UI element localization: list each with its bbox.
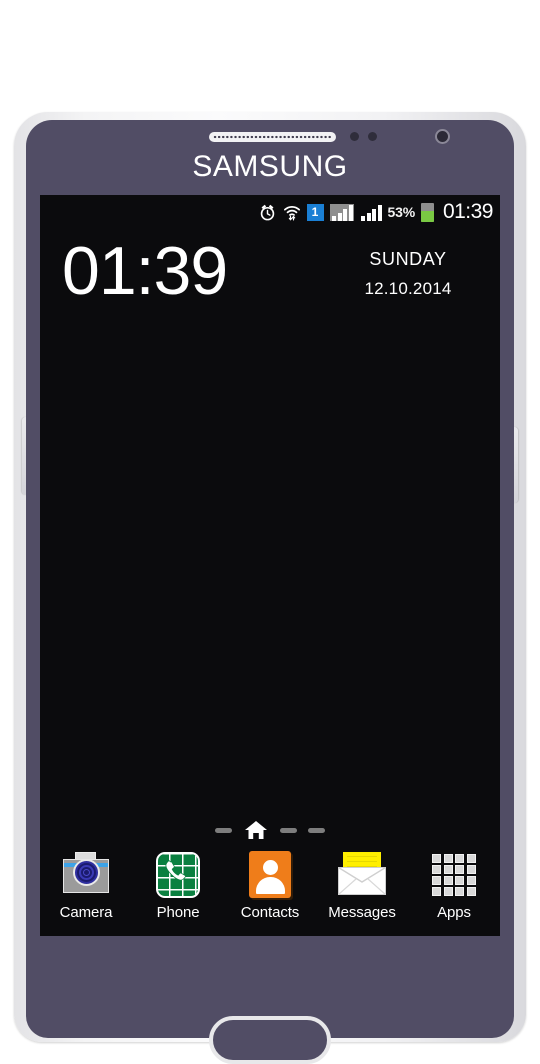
status-bar-clock: 01:39 <box>442 200 494 223</box>
dock-app-messages[interactable]: Messages <box>319 850 405 921</box>
phone-icon[interactable] <box>153 850 203 900</box>
dock: Camera Phone Contacts Messages Apps <box>40 846 500 936</box>
dock-label-messages: Messages <box>328 904 396 921</box>
home-icon[interactable] <box>243 819 269 841</box>
proximity-sensor-icon <box>350 132 359 141</box>
alarm-clock-icon <box>258 203 277 222</box>
clock-widget-date: 12.10.2014 <box>364 279 452 298</box>
dock-label-phone: Phone <box>156 904 200 921</box>
dock-app-phone[interactable]: Phone <box>135 850 221 921</box>
battery-icon <box>420 202 434 222</box>
clock-widget-weekday: SUNDAY <box>369 249 447 269</box>
battery-percent-label: 53% <box>387 204 416 220</box>
phone-front-face: SAMSUNG 1 53% 01:39 01:39 SUNDAY 12.10.2… <box>26 120 514 1064</box>
clock-widget-time: 01:39 <box>62 233 228 309</box>
page-dot-3[interactable] <box>280 827 297 833</box>
sim-badge-number: 1 <box>306 203 324 221</box>
signal-bars-sim1-icon <box>329 203 354 221</box>
page-dot-1[interactable] <box>215 827 232 833</box>
contacts-icon[interactable] <box>245 850 295 900</box>
phone-device: SAMSUNG 1 53% 01:39 01:39 SUNDAY 12.10.2… <box>14 112 526 1064</box>
sim-badge: 1 <box>306 203 324 221</box>
dock-app-camera[interactable]: Camera <box>43 850 129 921</box>
wifi-icon <box>283 203 301 222</box>
status-bar[interactable]: 1 53% 01:39 <box>40 195 500 229</box>
page-dot-4[interactable] <box>308 827 325 833</box>
dock-label-apps: Apps <box>437 904 471 921</box>
phone-screen[interactable]: 1 53% 01:39 01:39 SUNDAY 12.10.2014 Came… <box>40 195 500 936</box>
front-camera-icon <box>435 129 450 144</box>
apps-grid-icon[interactable] <box>429 850 479 900</box>
samsung-brand-logo: SAMSUNG <box>26 150 514 184</box>
messages-icon[interactable] <box>337 850 387 900</box>
dock-app-apps[interactable]: Apps <box>411 850 497 921</box>
dock-label-camera: Camera <box>59 904 113 921</box>
dock-app-contacts[interactable]: Contacts <box>227 850 313 921</box>
battery-percent-text: 53% <box>387 204 416 220</box>
page-indicator[interactable] <box>40 819 500 841</box>
speaker-grille <box>213 135 332 139</box>
home-button[interactable] <box>209 1016 331 1064</box>
dock-label-contacts: Contacts <box>240 904 300 921</box>
light-sensor-icon <box>368 132 377 141</box>
signal-bars-sim2-icon <box>360 204 382 221</box>
clock-widget[interactable]: 01:39 SUNDAY 12.10.2014 <box>40 237 500 321</box>
earpiece-speaker <box>209 132 336 142</box>
camera-icon[interactable] <box>61 850 111 900</box>
brand-logo-text: SAMSUNG <box>192 150 348 183</box>
